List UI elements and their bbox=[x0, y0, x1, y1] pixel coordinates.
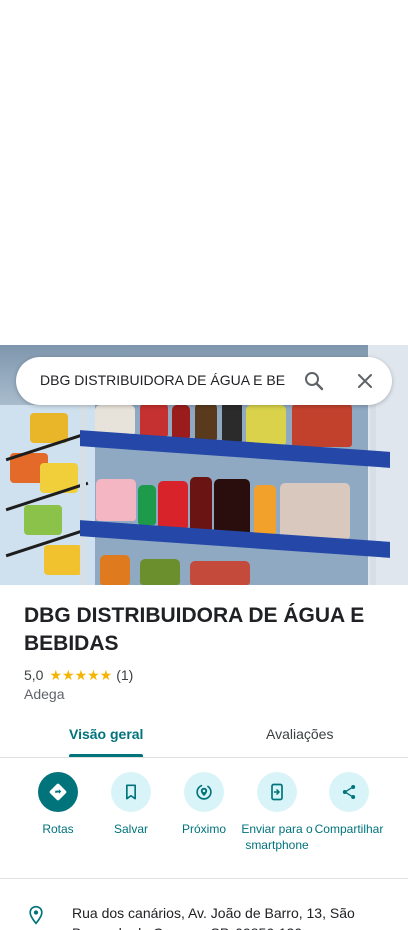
tab-reviews[interactable]: Avaliações bbox=[266, 726, 333, 742]
photo-snack bbox=[30, 413, 68, 443]
action-label: Enviar para o smartphone bbox=[241, 822, 313, 852]
photo-product bbox=[280, 483, 350, 539]
photo-product bbox=[254, 485, 276, 535]
rating-value: 5,0 bbox=[24, 667, 44, 683]
action-circle bbox=[184, 772, 224, 812]
photo-product bbox=[138, 485, 156, 525]
photo-shelf-post bbox=[370, 405, 376, 585]
photo-product bbox=[190, 561, 250, 585]
rating-row[interactable]: 5,0 ★★★★★ (1) bbox=[24, 666, 133, 684]
photo-product bbox=[140, 403, 168, 437]
action-circle bbox=[257, 772, 297, 812]
save-button[interactable]: Salvar bbox=[91, 772, 171, 837]
tab-overview[interactable]: Visão geral bbox=[69, 726, 143, 742]
action-bar: Rotas Salvar Próximo Enviar para o smart… bbox=[0, 772, 408, 872]
send-to-phone-icon bbox=[271, 783, 283, 801]
photo-product bbox=[222, 401, 242, 443]
search-query[interactable]: DBG DISTRIBUIDORA DE ÁGUA E BE bbox=[40, 372, 288, 388]
send-to-phone-button[interactable]: Enviar para o smartphone bbox=[237, 772, 317, 853]
share-icon bbox=[342, 785, 356, 799]
place-category[interactable]: Adega bbox=[24, 686, 64, 702]
rating-stars-icon: ★★★★★ bbox=[49, 666, 113, 683]
photo-product bbox=[190, 477, 212, 533]
share-button[interactable]: Compartilhar bbox=[309, 772, 389, 837]
location-pin-icon bbox=[29, 905, 43, 925]
directions-icon bbox=[49, 783, 67, 801]
action-label: Compartilhar bbox=[314, 822, 384, 836]
action-circle bbox=[329, 772, 369, 812]
bookmark-icon bbox=[126, 784, 136, 800]
photo-product bbox=[140, 559, 180, 585]
photo-product bbox=[195, 403, 217, 441]
search-bar[interactable]: DBG DISTRIBUIDORA DE ÁGUA E BE bbox=[16, 357, 392, 405]
photo-product bbox=[246, 405, 286, 445]
photo-product bbox=[96, 479, 136, 521]
close-icon[interactable] bbox=[353, 369, 377, 393]
search-icon[interactable] bbox=[302, 369, 326, 393]
photo-product bbox=[214, 479, 250, 535]
nearby-button[interactable]: Próximo bbox=[164, 772, 244, 837]
photo-product bbox=[95, 405, 135, 435]
photo-product bbox=[172, 405, 190, 439]
action-circle bbox=[38, 772, 78, 812]
action-label: Salvar bbox=[113, 822, 148, 836]
place-title: DBG DISTRIBUIDORA DE ÁGUA E BEBIDAS bbox=[24, 604, 365, 655]
photo-product bbox=[100, 555, 130, 585]
place-address[interactable]: Rua dos canários, Av. João de Barro, 13,… bbox=[72, 903, 372, 930]
photo-snack bbox=[44, 545, 82, 575]
photo-product bbox=[158, 481, 188, 529]
directions-button[interactable]: Rotas bbox=[18, 772, 98, 837]
photo-snack bbox=[24, 505, 62, 535]
action-circle bbox=[111, 772, 151, 812]
place-tabs: Visão geral Avaliações bbox=[0, 718, 408, 758]
nearby-icon bbox=[196, 784, 212, 800]
section-divider bbox=[0, 878, 408, 879]
action-label: Rotas bbox=[42, 822, 74, 836]
tab-active-indicator bbox=[69, 754, 143, 757]
review-count[interactable]: (1) bbox=[116, 667, 133, 683]
photo-product bbox=[292, 403, 352, 447]
action-label: Próximo bbox=[181, 822, 226, 836]
